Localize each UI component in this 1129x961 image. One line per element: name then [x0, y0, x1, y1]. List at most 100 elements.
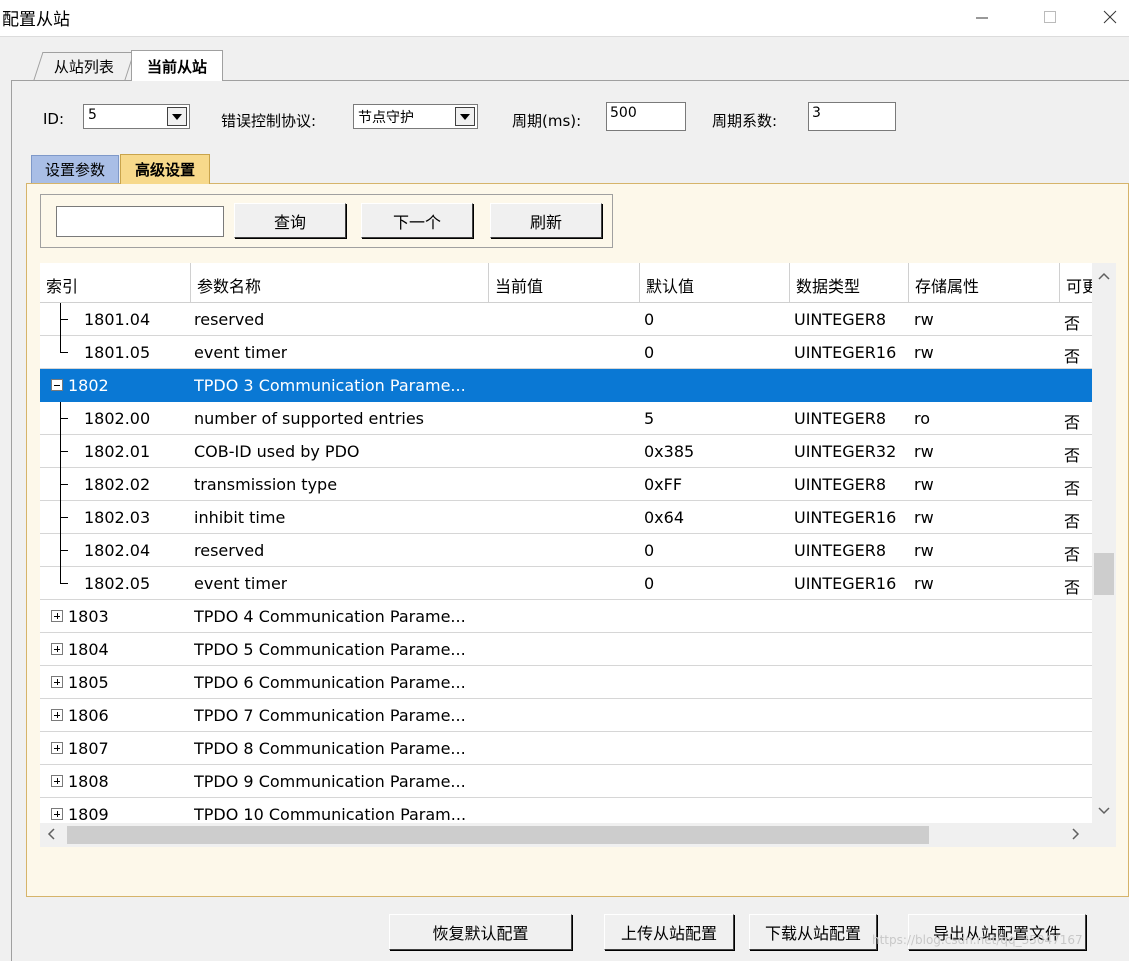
tab-slave-list-label: 从站列表 [53, 58, 114, 76]
chevron-down-icon[interactable] [455, 107, 475, 126]
cell-index: 1801.05 [84, 343, 151, 362]
cell-type: UINTEGER8 [794, 541, 887, 560]
cell-mod: 否 [1064, 512, 1081, 531]
expand-icon[interactable] [51, 742, 63, 754]
cell-type: UINTEGER16 [794, 343, 897, 362]
table-row[interactable]: 1802.01 COB-ID used by PDO 0x385 UINTEGER32… [40, 435, 1092, 468]
cell-name: number of supported entries [194, 409, 425, 428]
table-row[interactable]: 1809 TPDO 10 Communication Param... [40, 798, 1092, 823]
scroll-up-icon[interactable] [1097, 269, 1111, 285]
expand-icon[interactable] [51, 709, 63, 721]
tab-slave-list[interactable]: 从站列表 [33, 52, 135, 80]
table-row[interactable]: 1801.04 reserved 0 UINTEGER8 rw 否 [40, 303, 1092, 336]
cell-name: TPDO 4 Communication Parame... [194, 607, 466, 626]
factor-input[interactable]: 3 [808, 102, 896, 131]
table-row[interactable]: 1804 TPDO 5 Communication Parame... [40, 633, 1092, 666]
restore-default-button[interactable]: 恢复默认配置 [389, 914, 572, 950]
cell-index: 1809 [68, 805, 109, 823]
upload-config-button[interactable]: 上传从站配置 [604, 914, 734, 950]
vertical-scrollbar[interactable] [1092, 263, 1116, 823]
collapse-icon[interactable] [51, 379, 63, 391]
cell-index: 1802.05 [84, 574, 151, 593]
cell-index: 1806 [68, 706, 109, 725]
table-row[interactable]: 1802.00 number of supported entries 5 UINTE… [40, 402, 1092, 435]
period-input[interactable]: 500 [606, 102, 686, 131]
tab-current-slave[interactable]: 当前从站 [131, 50, 223, 81]
expand-icon[interactable] [51, 643, 63, 655]
cell-index: 1802.02 [84, 475, 151, 494]
vertical-scroll-thumb[interactable] [1094, 553, 1114, 595]
scroll-down-icon[interactable] [1097, 804, 1111, 820]
cell-access: rw [914, 508, 934, 527]
horizontal-scroll-thumb[interactable] [67, 826, 929, 844]
column-header-access[interactable]: 存储属性 [909, 263, 1060, 303]
table-row[interactable]: 1802 TPDO 3 Communication Parame... [40, 369, 1092, 402]
cell-index: 1804 [68, 640, 109, 659]
tree-connector [40, 402, 80, 435]
query-button[interactable]: 查询 [234, 203, 346, 238]
table-row[interactable]: 1802.05 event timer 0 UINTEGER16 rw 否 [40, 567, 1092, 600]
cell-access: ro [914, 409, 931, 428]
cell-name: reserved [194, 541, 265, 560]
column-header-name[interactable]: 参数名称 [191, 263, 489, 303]
cell-type: UINTEGER32 [794, 442, 897, 461]
chevron-down-icon[interactable] [167, 107, 187, 126]
cell-mod: 否 [1064, 578, 1081, 597]
table-row[interactable]: 1808 TPDO 9 Communication Parame... [40, 765, 1092, 798]
table-row[interactable]: 1806 TPDO 7 Communication Parame... [40, 699, 1092, 732]
period-label: 周期(ms): [512, 112, 582, 130]
tab-set-params-label: 设置参数 [44, 161, 105, 179]
cell-name: TPDO 10 Communication Param... [194, 805, 467, 823]
tab-advanced-label: 高级设置 [134, 161, 195, 179]
parameter-table[interactable]: 索引 参数名称 当前值 默认值 数据类型 存储属性 可更 1801.04 rese… [40, 263, 1092, 823]
next-button[interactable]: 下一个 [361, 203, 473, 238]
maximize-button[interactable] [1025, 0, 1075, 34]
tab-set-params[interactable]: 设置参数 [31, 155, 119, 183]
scroll-left-icon[interactable] [46, 827, 56, 845]
cell-name: reserved [194, 310, 265, 329]
column-header-current[interactable]: 当前值 [489, 263, 640, 303]
refresh-button[interactable]: 刷新 [490, 203, 602, 238]
tree-connector [40, 303, 80, 336]
cell-type: UINTEGER8 [794, 475, 887, 494]
watermark: https://blog.csdn.net/qq_35047167 [872, 933, 1083, 947]
tree-connector [40, 534, 80, 567]
tree-connector [40, 468, 80, 501]
cell-name: TPDO 7 Communication Parame... [194, 706, 466, 725]
maximize-icon [1044, 11, 1056, 23]
column-header-index[interactable]: 索引 [40, 263, 191, 303]
cell-access: rw [914, 310, 934, 329]
expand-icon[interactable] [51, 610, 63, 622]
table-row[interactable]: 1803 TPDO 4 Communication Parame... [40, 600, 1092, 633]
protocol-select[interactable]: 节点守护 [353, 104, 478, 129]
search-input[interactable] [56, 206, 224, 237]
column-header-modifiable[interactable]: 可更 [1060, 263, 1092, 303]
download-config-button[interactable]: 下载从站配置 [749, 914, 877, 950]
table-row[interactable]: 1802.03 inhibit time 0x64 UINTEGER16 rw 否 [40, 501, 1092, 534]
cell-name: inhibit time [194, 508, 286, 527]
tab-advanced[interactable]: 高级设置 [120, 154, 210, 184]
expand-icon[interactable] [51, 775, 63, 787]
table-row[interactable]: 1801.05 event timer 0 UINTEGER16 rw 否 [40, 336, 1092, 369]
minimize-button[interactable] [957, 0, 1007, 34]
column-header-type[interactable]: 数据类型 [790, 263, 909, 303]
cell-mod: 否 [1064, 446, 1081, 465]
expand-icon[interactable] [51, 808, 63, 820]
table-row[interactable]: 1802.02 transmission type 0xFF UINTEGER8 rw 否 [40, 468, 1092, 501]
cell-default: 5 [644, 409, 655, 428]
table-row[interactable]: 1805 TPDO 6 Communication Parame... [40, 666, 1092, 699]
table-row[interactable]: 1807 TPDO 8 Communication Parame... [40, 732, 1092, 765]
cell-default: 0x385 [644, 442, 695, 461]
table-row[interactable]: 1802.04 reserved 0 UINTEGER8 rw 否 [40, 534, 1092, 567]
id-select[interactable]: 5 [83, 104, 190, 129]
expand-icon[interactable] [51, 676, 63, 688]
cell-name: TPDO 9 Communication Parame... [194, 772, 466, 791]
tree-connector [40, 336, 80, 369]
close-button[interactable] [1090, 0, 1129, 34]
cell-mod: 否 [1064, 545, 1081, 564]
column-header-default[interactable]: 默认值 [640, 263, 790, 303]
scroll-right-icon[interactable] [1071, 827, 1081, 845]
cell-default: 0xFF [644, 475, 683, 494]
title-bar[interactable]: 配置从站 [0, 0, 1129, 36]
cell-index: 1802.03 [84, 508, 151, 527]
